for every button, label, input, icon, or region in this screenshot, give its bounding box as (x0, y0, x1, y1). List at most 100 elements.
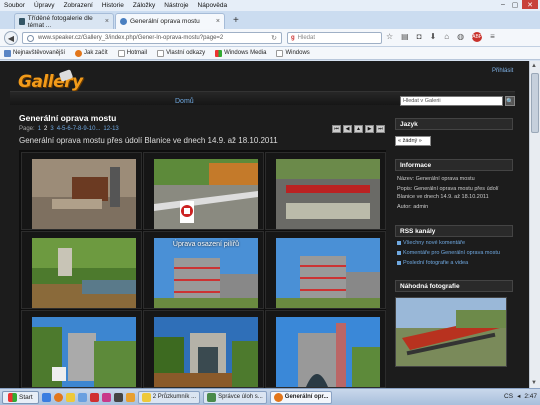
menu-history[interactable]: Historie (102, 2, 124, 9)
app-icon[interactable] (125, 392, 135, 402)
firefox-icon[interactable] (53, 392, 63, 402)
bookmarks-bar: Nejnavštěvovanější Jak začít Hotmail Vla… (0, 47, 540, 60)
photo-grid: Úprava osazení pilířů (19, 150, 386, 388)
photo-thumbnail[interactable] (21, 152, 142, 230)
login-link[interactable]: Přihlásit (492, 68, 513, 74)
pocket-icon[interactable]: ◘ (417, 32, 422, 42)
task-firefox[interactable]: Generální opr... (269, 390, 333, 404)
maximize-icon[interactable]: ▢ (510, 0, 520, 9)
prev-page-icon[interactable]: ◀ (343, 125, 352, 133)
menu-bookmarks[interactable]: Záložky (133, 2, 155, 9)
rss-icon (397, 261, 401, 265)
chat-icon[interactable]: ◍ (457, 32, 464, 42)
up-icon[interactable]: ▲ (354, 125, 363, 133)
language-select[interactable]: « žádný » (395, 136, 431, 146)
pagination: Page: 1 2 3 4-5-6-7-8-9-10... 12-13 (19, 126, 119, 132)
search-input[interactable]: g Hledat (287, 32, 382, 44)
menu-icon[interactable]: ≡ (490, 32, 495, 42)
info-description: Popis: Generální oprava mostu přes údolí… (397, 186, 499, 200)
close-icon[interactable]: ✕ (522, 0, 538, 9)
bookmark-windows-media[interactable]: Windows Media (215, 49, 266, 57)
page-link[interactable]: 4-5-6-7-8-9-10... (57, 126, 101, 132)
search-placeholder: Hledat (297, 35, 316, 41)
menu-edit[interactable]: Úpravy (34, 2, 55, 9)
tab-bridge-repair[interactable]: Generální oprava mostu × (115, 13, 225, 29)
adblock-icon[interactable]: ABP (472, 32, 482, 42)
photo-thumbnail[interactable] (265, 231, 386, 309)
back-icon[interactable]: ◀ (4, 31, 18, 45)
photo-thumbnail[interactable] (143, 310, 264, 388)
bookmark-custom-links[interactable]: Vlastní odkazy (157, 49, 205, 57)
app-icon[interactable] (113, 392, 123, 402)
next-page-icon[interactable]: ▶ (365, 125, 374, 133)
gallery-search-input[interactable]: Hledat v Galerii (400, 96, 503, 106)
start-button[interactable]: Start (2, 390, 39, 404)
photo-thumbnail[interactable] (21, 231, 142, 309)
address-bar[interactable]: www.speaker.cz/Gallery_3/index.php/Gener… (22, 32, 282, 44)
photo-thumbnail[interactable] (265, 152, 386, 230)
page-icon (117, 49, 125, 57)
first-page-icon[interactable]: ⏮ (332, 125, 341, 133)
app-icon[interactable] (77, 392, 87, 402)
last-page-icon[interactable]: ⏭ (376, 125, 385, 133)
menu-file[interactable]: Soubor (4, 2, 25, 9)
photo-caption: Úprava osazení pilířů (172, 241, 240, 248)
info-author: Autor: admin (397, 204, 429, 210)
home-icon[interactable]: ⌂ (444, 32, 449, 42)
home-link[interactable]: Domů (175, 98, 194, 105)
rss-latest-photos[interactable]: Poslední fotografie a videa (397, 260, 468, 266)
firefox-icon (273, 392, 283, 402)
task-explorer[interactable]: 2 Průzkumník ... (137, 390, 201, 404)
page-link[interactable]: 1 (38, 126, 41, 132)
clipboard-icon[interactable]: ▤ (401, 32, 409, 42)
rss-all-comments[interactable]: Všechny nové komentáře (397, 240, 465, 246)
folder-icon[interactable] (65, 392, 75, 402)
language-indicator[interactable]: CS (504, 393, 513, 400)
album-description: Generální oprava mostu přes údolí Blanic… (19, 136, 278, 145)
reload-icon[interactable]: ↻ (271, 34, 277, 42)
window-controls: – ▢ ✕ (498, 0, 538, 9)
search-icon[interactable]: 🔍 (505, 96, 515, 106)
page-title: Generální oprava mostu (19, 113, 117, 123)
photo-thumbnail[interactable]: Úprava osazení pilířů (143, 231, 264, 309)
bookmark-hotmail[interactable]: Hotmail (117, 49, 147, 57)
menu-bar: Soubor Úpravy Zobrazení Historie Záložky… (0, 0, 540, 11)
bookmark-windows[interactable]: Windows (276, 49, 310, 57)
close-tab-icon[interactable]: × (216, 18, 220, 25)
photo-thumbnail[interactable] (21, 310, 142, 388)
rss-header: RSS kanály (395, 225, 513, 237)
app-icon[interactable] (101, 392, 111, 402)
tab-label: Tříděné fotogalerie dle témat ... (27, 14, 93, 29)
page-arrows: ⏮ ◀ ▲ ▶ ⏭ (332, 125, 385, 133)
rss-album-comments[interactable]: Komentáře pro Generální oprava mostu (397, 250, 500, 256)
tray-icon[interactable]: ◂ (517, 392, 520, 400)
menu-help[interactable]: Nápověda (198, 2, 228, 9)
ie-icon[interactable] (41, 392, 51, 402)
scroll-up-icon[interactable]: ▲ (531, 63, 537, 69)
new-tab-icon[interactable]: + (233, 15, 239, 26)
page-link[interactable]: 3 (50, 126, 53, 132)
page-link[interactable]: 12-13 (103, 126, 118, 132)
tab-photo-galleries[interactable]: Tříděné fotogalerie dle témat ... × (14, 13, 114, 29)
photo-thumbnail[interactable] (143, 152, 264, 230)
bookmark-icon (4, 49, 11, 57)
menu-tools[interactable]: Nástroje (164, 2, 188, 9)
bookmark-most-visited[interactable]: Nejnavštěvovanější (4, 49, 65, 57)
download-icon[interactable]: ⬇ (430, 32, 437, 42)
scroll-thumb[interactable] (531, 73, 539, 133)
minimize-icon[interactable]: – (498, 0, 508, 9)
random-photo[interactable] (395, 297, 507, 367)
gallery-page: Gallery Přihlásit Domů Hledat v Galerii … (0, 61, 529, 388)
photo-thumbnail[interactable] (265, 310, 386, 388)
vertical-scrollbar[interactable]: ▲ ▼ (529, 61, 540, 388)
task-manager[interactable]: Správce úloh s... (203, 390, 267, 404)
app-icon[interactable] (89, 392, 99, 402)
close-tab-icon[interactable]: × (105, 18, 109, 25)
language-header: Jazyk (395, 118, 513, 130)
bookmark-getting-started[interactable]: Jak začít (75, 49, 108, 57)
menu-view[interactable]: Zobrazení (64, 2, 93, 9)
scroll-down-icon[interactable]: ▼ (531, 380, 537, 386)
star-icon[interactable]: ☆ (386, 32, 393, 42)
gallery-logo[interactable]: Gallery (18, 72, 83, 92)
clock[interactable]: 2:47 (524, 393, 537, 400)
